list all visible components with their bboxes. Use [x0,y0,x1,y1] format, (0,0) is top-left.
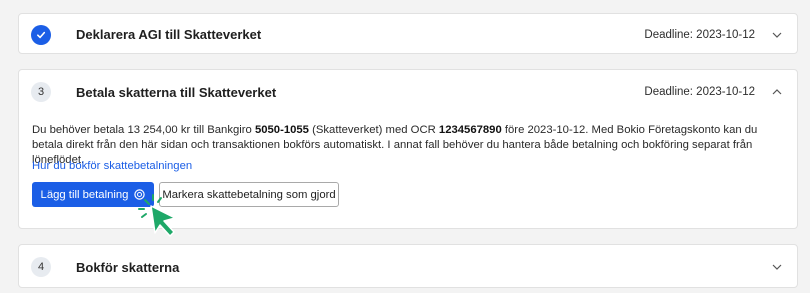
checkmark-icon [37,31,46,38]
step-card-agi[interactable]: Deklarera AGI till Skatteverket Deadline… [18,13,798,54]
chevron-up-icon[interactable] [771,86,783,98]
help-link[interactable]: Hur du bokför skattebetalningen [32,160,192,172]
ocr-number: 1234567890 [438,124,502,136]
step-card-book-taxes[interactable]: 4 Bokför skatterna [18,244,798,288]
step-completed-badge [31,24,51,45]
chevron-down-icon[interactable] [771,29,783,41]
step-title: Betala skatterna till Skatteverket [76,84,277,100]
step-deadline: Deadline: 2023-10-12 [644,28,755,41]
step-title: Bokför skatterna [76,259,180,275]
step-deadline: Deadline: 2023-10-12 [644,86,755,98]
step-number-badge: 4 [31,257,51,277]
step-card-pay-taxes: 3 Betala skatterna till Skatteverket Dea… [18,69,798,229]
chevron-down-icon[interactable] [771,261,783,273]
add-payment-label: Lägg till betalning [40,188,129,201]
mark-payment-done-button[interactable]: Markera skattebetalning som gjord [159,182,339,207]
step-title: Deklarera AGI till Skatteverket [76,27,262,42]
bankgiro-number: 5050-1055 [254,124,309,136]
step-number-badge: 3 [31,82,51,102]
step-header[interactable]: 3 Betala skatterna till Skatteverket Dea… [19,70,797,114]
pointer-cursor-icon [138,194,176,237]
